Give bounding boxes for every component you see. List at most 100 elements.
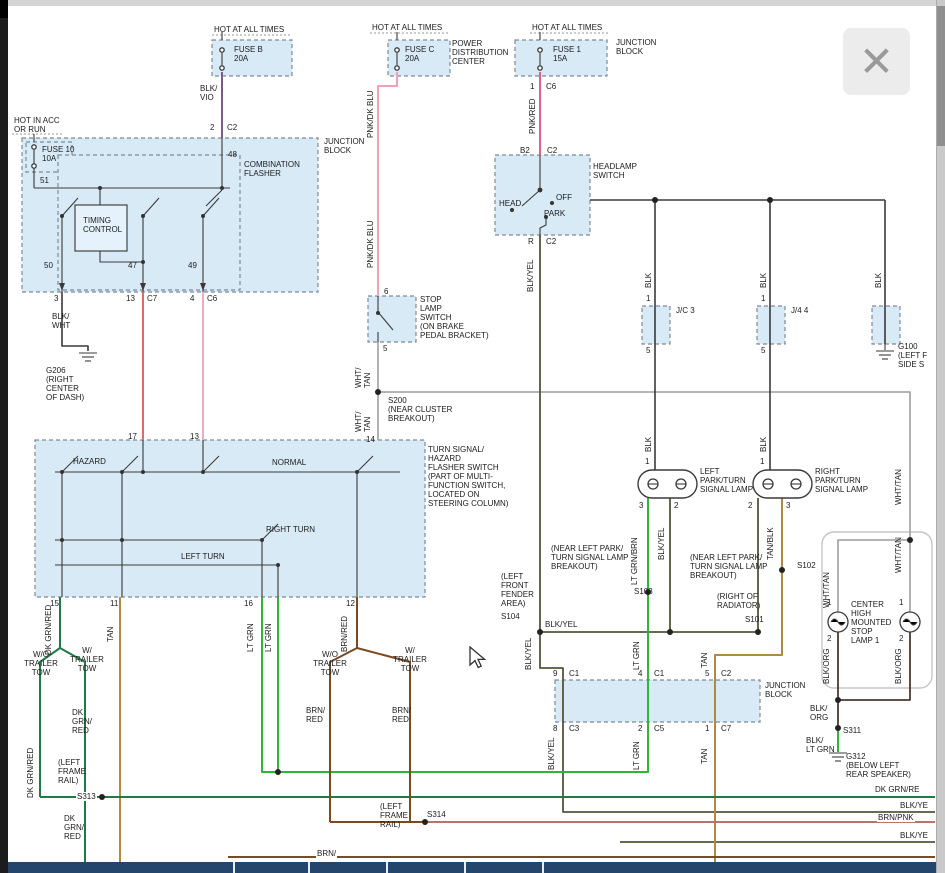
bottom-bar-divider [542,862,544,873]
pin-2: 2 [210,123,214,132]
bottom-bar-divider [308,862,310,873]
pin-9: 9 [553,669,557,678]
s101-label: S101 [745,615,764,624]
w-trailer-label-1: W/ TRAILER TOW [70,646,104,673]
right-lamp-label: RIGHT PARK/TURN SIGNAL LAMP [815,467,868,494]
bottom-table-header-bar [8,862,937,873]
pin-1-c: 1 [705,724,709,733]
pin-4-b: 4 [638,669,642,678]
left-frame-rail-label-1: (LEFT FRAME RAIL) [58,758,86,785]
pin-17: 17 [128,432,137,441]
brn-pnk-label: BRN/PNK [877,813,915,822]
junction-block-label-2: JUNCTION BLOCK [324,137,364,155]
headlamp-switch-label: HEADLAMP SWITCH [593,162,637,180]
wht-tan-label-4: WHT/TAN [894,537,903,573]
s104-label: S104 [501,612,520,621]
hot-label-3: HOT AT ALL TIMES [532,23,602,32]
pin-1-lamp-r: 1 [760,457,764,466]
hot-acc-label: HOT IN ACC OR RUN [14,116,60,134]
tan-label-1: TAN [106,627,115,642]
dk-grn-red-label-1: DK GRN/RED [44,605,53,655]
pin-c3: C3 [569,724,579,733]
wht-tan-label-2: WHT/ TAN [354,412,372,432]
lt-grn-brn-label: LT GRN/BRN [630,537,639,585]
bottom-bar-divider [386,862,388,873]
wo-trailer-label-2: W/O TRAILER TOW [313,650,347,677]
left-lamp-label: LEFT PARK/TURN SIGNAL LAMP [700,467,753,494]
dk-grn-red-label-2: DK GRN/ RED [72,708,92,735]
pin-4: 4 [190,294,194,303]
g206-label: G206 (RIGHT CENTER OF DASH) [46,366,84,402]
blk-label-4: BLK [644,437,653,452]
lt-grn-label-2: LT GRN [264,623,273,652]
pin-11: 11 [110,599,118,608]
vertical-scrollbar[interactable] [936,0,945,873]
close-button[interactable]: ✕ [843,28,910,95]
pin-1-jc3: 1 [646,294,650,303]
wo-trailer-label-1: W/O TRAILER TOW [24,650,58,677]
dk-grn-re-label: DK GRN/RE [874,785,920,794]
ts-switch-label: TURN SIGNAL/ HAZARD FLASHER SWITCH (PART… [428,445,508,508]
scrollbar-thumb[interactable] [937,6,945,146]
jc3-label: J/C 3 [676,306,695,315]
close-icon: ✕ [859,41,894,83]
pin-16: 16 [244,599,253,608]
pnk-dk-blu-label-2: PNK/DK BLU [366,220,375,268]
pin-13-a: 13 [126,294,135,303]
pin-c7: C7 [147,294,157,303]
center-stop-lamp-label: CENTER HIGH MOUNTED STOP LAMP 1 [851,600,891,645]
s311-label: S311 [843,726,861,735]
pin-c1-a: C1 [569,669,579,678]
pin-5-b: 5 [705,669,709,678]
bottom-bar-divider [464,862,466,873]
pin-2-lamp-l: 2 [674,501,678,510]
g312-label: G312 (BELOW LEFT REAR SPEAKER) [846,752,911,779]
pin-2-chmsl-2: 2 [899,634,903,643]
pin-3-lamp-l: 3 [639,501,643,510]
pin-r: R [528,237,534,246]
blk-label-1: BLK [644,273,653,288]
pnk-dk-blu-label-1: PNK/DK BLU [366,90,375,138]
pin-48: 48 [228,150,237,159]
normal-label: NORMAL [272,458,306,467]
blk-yel-label-3: BLK/YEL [545,620,577,629]
pin-14: 14 [366,435,375,444]
blk-yel-label-5: BLK/YEL [547,738,556,770]
pin-c1-b: C1 [654,669,664,678]
lt-grn-label-3: LT GRN [632,641,641,670]
left-frame-rail-label-2: (LEFT FRAME RAIL) [380,802,408,829]
pin-1-chmsl-1: 1 [827,598,831,607]
left-turn-label: LEFT TURN [181,552,225,561]
pin-c2-d: C2 [721,669,731,678]
pin-12: 12 [346,599,355,608]
w-trailer-label-2: W/ TRAILER TOW [393,646,427,673]
wiring-diagram-viewer: HOT AT ALL TIMESHOT AT ALL TIMESHOT AT A… [0,0,945,873]
right-turn-label: RIGHT TURN [266,525,315,534]
s200-label: S200 (NEAR CLUSTER BREAKOUT) [388,396,452,423]
s314-label: S314 [427,810,446,819]
pdc-label: POWER DISTRIBUTION CENTER [452,39,508,66]
label-layer: HOT AT ALL TIMESHOT AT ALL TIMESHOT AT A… [0,0,945,873]
blk-label-5: BLK [759,437,768,452]
lt-grn-label-1: LT GRN [246,623,255,652]
junction-block-label-1: JUNCTION BLOCK [616,38,656,56]
pin-3: 3 [54,294,58,303]
brn-red-label-1: BRN/RED [340,616,349,652]
hot-label-2: HOT AT ALL TIMES [372,23,442,32]
wht-tan-label-1: WHT/ TAN [354,368,372,388]
pin-2-lamp-r: 2 [748,501,752,510]
pin-1-chmsl-2: 1 [899,598,903,607]
pin-49: 49 [188,261,197,270]
lt-grn-label-4: LT GRN [632,741,641,770]
left-edge-strip [0,0,8,873]
pin-c5: C5 [654,724,664,733]
s313-label: S313 [76,792,97,801]
blk-yel-label-1: BLK/YEL [526,260,535,292]
blk-lt-grn-label: BLK/ LT GRN [806,736,835,754]
blk-label-2: BLK [759,273,768,288]
pin-51: 51 [40,176,49,185]
pin-c2-b: C2 [547,146,557,155]
pin-1-b: 1 [530,82,534,91]
near-left-park-label-2: (NEAR LEFT PARK/ TURN SIGNAL LAMP BREAKO… [690,553,768,580]
blk-yel-label-4: BLK/YEL [524,638,533,670]
